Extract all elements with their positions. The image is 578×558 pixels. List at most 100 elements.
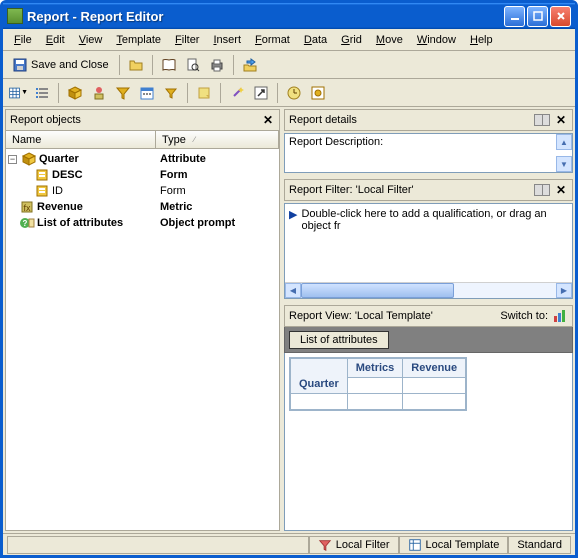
scroll-track[interactable] (301, 283, 556, 298)
scroll-thumb[interactable] (301, 283, 454, 298)
report-filter-restore-button[interactable] (534, 184, 550, 196)
column-name-header[interactable]: Name (6, 131, 156, 148)
toolbar-main: Save and Close (3, 51, 575, 79)
grid-column-header[interactable]: Revenue (403, 359, 466, 378)
report-filter-body[interactable]: ▶ Double-click here to add a qualificati… (284, 203, 573, 299)
list-button[interactable] (31, 82, 53, 104)
save-and-close-button[interactable]: Save and Close (7, 54, 114, 76)
sort-indicator: ∕ (194, 135, 195, 144)
folder-icon (128, 57, 144, 73)
toolbar-secondary: ▼ (3, 79, 575, 107)
menu-data[interactable]: Data (297, 32, 334, 48)
report-details-restore-button[interactable] (534, 114, 550, 126)
report-grid-box[interactable]: Quarter Metrics Revenue (284, 353, 573, 531)
report-filter-close-button[interactable]: ✕ (554, 183, 568, 197)
menu-template[interactable]: Template (109, 32, 168, 48)
close-button[interactable] (550, 6, 571, 27)
statusbar: Local Filter Local Template Standard (3, 533, 575, 555)
grid-icon (8, 85, 21, 101)
print-button[interactable] (206, 54, 228, 76)
report-objects-columns: Name Type∕ (5, 131, 280, 149)
tree-row-list-of-attributes[interactable]: ? List of attributes Object prompt (6, 215, 279, 231)
attribute-button[interactable] (64, 82, 86, 104)
status-spacer (7, 536, 309, 554)
scroll-up-button[interactable]: ▲ (556, 134, 572, 150)
tree-type: Attribute (156, 153, 279, 165)
print-icon (209, 57, 225, 73)
svg-text:?: ? (23, 219, 28, 228)
report-objects-close-button[interactable]: ✕ (261, 113, 275, 127)
metric-icon: fx (19, 199, 35, 215)
filter-small-button[interactable] (160, 82, 182, 104)
report-details-close-button[interactable]: ✕ (554, 113, 568, 127)
minimize-button[interactable] (504, 6, 525, 27)
tree-row-quarter[interactable]: − Quarter Attribute (6, 151, 279, 167)
menu-grid[interactable]: Grid (334, 32, 369, 48)
arrow-right-icon: ▶ (289, 208, 297, 221)
tree-type: Object prompt (156, 217, 279, 229)
scroll-down-button[interactable]: ▼ (556, 156, 572, 172)
clock-icon (286, 85, 302, 101)
preview-icon (185, 57, 201, 73)
tree-label: ID (52, 185, 63, 197)
grid-cell[interactable] (291, 394, 348, 410)
funnel-icon (318, 538, 332, 552)
expander-minus[interactable]: − (8, 155, 17, 164)
grid-cell[interactable] (403, 394, 466, 410)
menu-filter[interactable]: Filter (168, 32, 206, 48)
folder-button[interactable] (125, 54, 147, 76)
funnel-icon (115, 85, 131, 101)
book-button[interactable] (158, 54, 180, 76)
status-local-filter[interactable]: Local Filter (309, 536, 399, 554)
report-description-box[interactable]: Report Description: ▲ ▼ (284, 133, 573, 173)
note-button[interactable] (193, 82, 215, 104)
grid-view-button[interactable]: ▼ (7, 82, 29, 104)
menu-window[interactable]: Window (410, 32, 463, 48)
content-area: Report objects ✕ Name Type∕ − Quarter At… (3, 107, 575, 533)
export-button[interactable] (239, 54, 261, 76)
grid-cell[interactable] (403, 378, 466, 394)
titlebar: Report - Report Editor (3, 3, 575, 29)
status-standard[interactable]: Standard (508, 536, 571, 554)
gear-icon (310, 85, 326, 101)
filter-hscroll[interactable]: ◀ ▶ (285, 282, 572, 298)
menu-help[interactable]: Help (463, 32, 500, 48)
report-editor-window: Report - Report Editor File Edit View Te… (0, 0, 578, 558)
save-and-close-label: Save and Close (31, 59, 109, 71)
status-local-template[interactable]: Local Template (399, 536, 509, 554)
menu-insert[interactable]: Insert (206, 32, 248, 48)
tree-row-desc[interactable]: DESC Form (6, 167, 279, 183)
clock-button[interactable] (283, 82, 305, 104)
maximize-button[interactable] (527, 6, 548, 27)
menu-edit[interactable]: Edit (39, 32, 72, 48)
export-icon (242, 57, 258, 73)
form-icon (34, 183, 50, 199)
options-button[interactable] (307, 82, 329, 104)
menu-view[interactable]: View (72, 32, 110, 48)
column-type-header[interactable]: Type∕ (156, 131, 279, 148)
switch-to-label: Switch to: (500, 310, 548, 322)
tree-row-id[interactable]: ID Form (6, 183, 279, 199)
grid-cell[interactable] (347, 378, 403, 394)
menu-file[interactable]: File (7, 32, 39, 48)
attribute-chip[interactable]: List of attributes (289, 331, 389, 349)
wizard-button[interactable] (226, 82, 248, 104)
grid-row-header[interactable]: Quarter (291, 359, 348, 394)
template-band[interactable]: List of attributes (284, 327, 573, 353)
preview-button[interactable] (182, 54, 204, 76)
calendar-button[interactable] (136, 82, 158, 104)
report-objects-tree[interactable]: − Quarter Attribute DESC Form (5, 149, 280, 531)
scroll-right-button[interactable]: ▶ (556, 283, 572, 298)
tree-row-revenue[interactable]: fx Revenue Metric (6, 199, 279, 215)
data-grid[interactable]: Quarter Metrics Revenue (289, 357, 467, 411)
shortcut-button[interactable] (250, 82, 272, 104)
metric-button[interactable] (88, 82, 110, 104)
shortcut-icon (253, 85, 269, 101)
menu-format[interactable]: Format (248, 32, 297, 48)
switch-to-button[interactable] (552, 308, 568, 324)
grid-metrics-header[interactable]: Metrics (347, 359, 403, 378)
scroll-left-button[interactable]: ◀ (285, 283, 301, 298)
filter-button[interactable] (112, 82, 134, 104)
menu-move[interactable]: Move (369, 32, 410, 48)
grid-cell[interactable] (347, 394, 403, 410)
